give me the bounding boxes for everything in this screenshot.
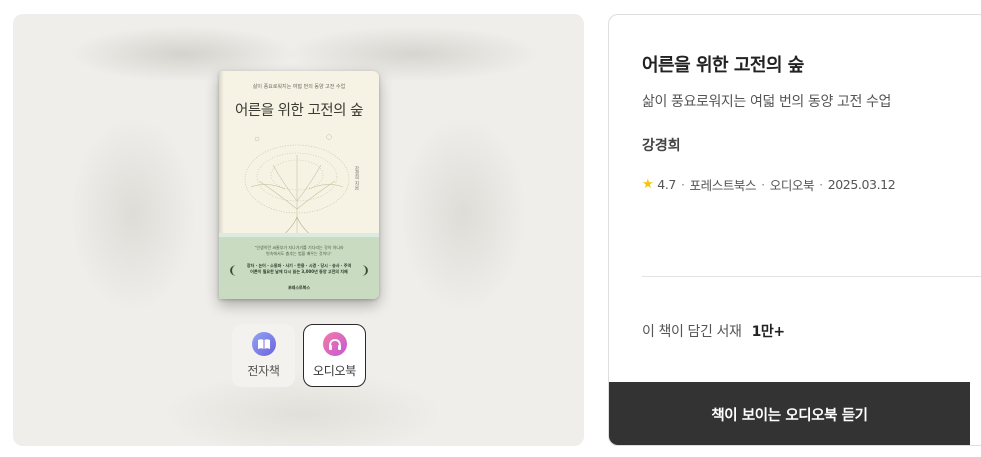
meta-separator: ·: [761, 177, 765, 192]
meta-separator: ·: [680, 177, 685, 192]
book-preview-panel: 삶이 풍요로워지는 여덟 번의 동양 고전 수업 어른을 위한 고전의 숲 강경…: [13, 14, 584, 446]
cover-bottom-band: “인생이란 씨줄부가 지나가기를 기다리는 것이 아니라 빗속에서도 춤추는 법…: [219, 233, 379, 299]
cover-keywords-line2: 어른이 필요한 날에 다시 읽는 3,000년 동양 고전의 지혜: [250, 269, 348, 274]
cover-keywords: 장자 · 논어 · 소동파 · 사기 · 한용 · 시경 · 당시 · 송사 ·…: [233, 263, 365, 275]
library-count-row: 이 책이 담긴 서재 1만+: [642, 321, 785, 341]
headphones-icon: [322, 332, 347, 356]
section-divider: [642, 276, 981, 277]
rating-value: 4.7: [657, 177, 676, 192]
cover-author: 강경희 지음: [354, 166, 359, 190]
format-audiobook-label: 오디오북: [313, 364, 356, 378]
publish-date: 2025.03.12: [827, 177, 896, 192]
format-ebook-label: 전자책: [247, 364, 280, 378]
library-label: 이 책이 담긴 서재: [642, 324, 742, 340]
book-meta-row: ★ 4.7 · 포레스트북스 · 오디오북 · 2025.03.12: [642, 175, 896, 194]
book-author[interactable]: 강경희: [642, 135, 681, 155]
cover-publisher: 포레스트북스: [287, 285, 311, 290]
listen-audiobook-button[interactable]: 책이 보이는 오디오북 듣기: [609, 382, 970, 445]
format-audiobook-button[interactable]: 오디오북: [303, 324, 366, 387]
cover-quote: “인생이란 씨줄부가 지나가기를 기다리는 것이 아니라 빗속에서도 춤추는 법…: [229, 245, 369, 257]
cover-quote-line2: 빗속에서도 춤추는 법을 배우는 것이다”: [265, 251, 332, 256]
cover-title: 어른을 위한 고전의 숲: [235, 103, 363, 119]
library-count: 1만+: [751, 324, 786, 340]
tree-illustration: [244, 134, 350, 238]
star-icon: ★: [642, 177, 654, 192]
book-info-panel: 어른을 위한 고전의 숲 삶이 풍요로워지는 여덟 번의 동양 고전 수업 강경…: [608, 14, 981, 446]
cover-keywords-line1: 장자 · 논어 · 소동파 · 사기 · 한용 · 시경 · 당시 · 송사 ·…: [246, 263, 352, 268]
format-type: 오디오북: [769, 178, 815, 193]
publisher-name[interactable]: 포레스트북스: [690, 175, 757, 194]
meta-separator: ·: [819, 177, 823, 192]
book-icon: [251, 332, 276, 356]
cover-quote-line1: “인생이란 씨줄부가 지나가기를 기다리는 것이 아니라: [254, 245, 344, 250]
format-ebook-button[interactable]: 전자책: [232, 324, 295, 387]
cover-subtitle: 삶이 풍요로워지는 여덟 번의 동양 고전 수업: [252, 84, 346, 90]
book-title: 어른을 위한 고전의 숲: [642, 55, 804, 76]
book-subtitle: 삶이 풍요로워지는 여덟 번의 동양 고전 수업: [642, 94, 891, 110]
laurel-right-icon: ❩: [360, 264, 370, 277]
book-cover: 삶이 풍요로워지는 여덟 번의 동양 고전 수업 어른을 위한 고전의 숲 강경…: [219, 71, 379, 299]
